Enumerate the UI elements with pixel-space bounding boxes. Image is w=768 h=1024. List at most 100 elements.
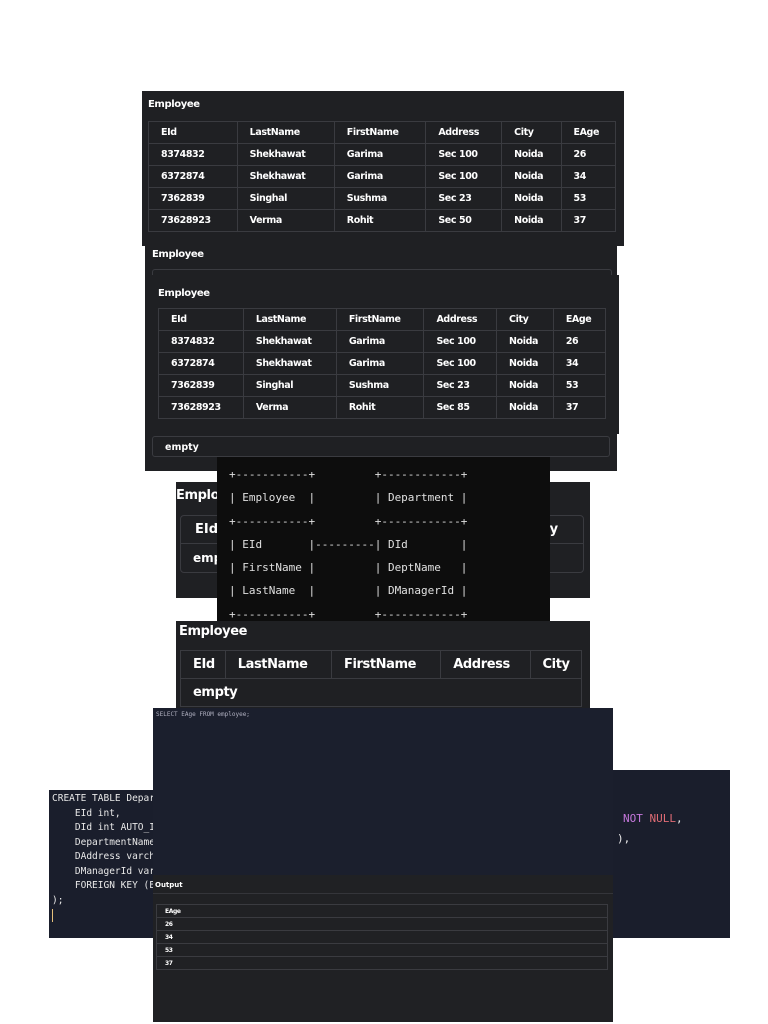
sql-query[interactable]: SELECT EAge FROM employee;: [156, 711, 250, 718]
create-table-editor[interactable]: CREATE TABLE Depar EId int, DId int AUTO…: [49, 790, 155, 938]
table-cell: Noida: [501, 187, 562, 210]
table-cell: 37: [552, 396, 607, 419]
employee-panel-1: Employee EId LastName FirstName Address City…: [142, 91, 624, 246]
code-null: NULL: [649, 812, 677, 825]
table-cell: Sec 100: [423, 330, 498, 353]
code-line: DAddress varch: [52, 851, 155, 862]
column-header: Address: [423, 308, 498, 331]
empty-cell: empty: [180, 678, 582, 707]
table-cell: 6372874: [158, 352, 244, 375]
diagram-text: +-----------+ +------------+ | Employee …: [229, 468, 468, 621]
column-header: Address: [425, 121, 503, 144]
panel-title: Employee: [152, 249, 204, 260]
code-line: EId int,: [52, 807, 121, 819]
column-header: EAge: [560, 121, 616, 144]
output-title: Output: [155, 881, 183, 889]
table-cell: 34: [560, 165, 616, 188]
table-cell: 7362839: [148, 187, 238, 210]
table-cell: Singhal: [242, 374, 337, 397]
sql-editor[interactable]: SELECT EAge FROM employee;: [153, 708, 613, 875]
table-cell: Rohit: [335, 396, 425, 419]
table-cell: Shekhawat: [236, 143, 335, 166]
code-not: NOT: [623, 812, 643, 825]
table-cell: Garima: [335, 330, 425, 353]
employee-table: EId LastName FirstName Address City EAge 83748…: [148, 121, 616, 232]
empty-row: empty: [152, 436, 610, 457]
table-cell: Shekhawat: [242, 352, 337, 375]
table-row: 6372874 Shekhawat Garima Sec 100 Noida 34: [158, 352, 607, 375]
table-cell: Garima: [335, 352, 425, 375]
table-row: 8374832 Shekhawat Garima Sec 100 Noida 26: [158, 330, 607, 353]
header-eid: EId: [195, 522, 219, 537]
table-cell: Noida: [496, 396, 554, 419]
column-header: EAge: [552, 308, 607, 331]
table-cell: 73628923: [148, 209, 238, 232]
code-line: );: [52, 894, 64, 906]
column-header: LastName: [236, 121, 335, 144]
table-cell: Noida: [496, 330, 554, 353]
table-cell: 26: [560, 143, 616, 166]
table-cell: 34: [552, 352, 607, 375]
table-cell: Noida: [501, 143, 562, 166]
employee-panel-5: Employee EId LastName FirstName Address City…: [176, 621, 590, 708]
panel-title: Employee: [158, 288, 210, 299]
table-cell: 53: [560, 187, 616, 210]
table-cell: 26: [552, 330, 607, 353]
code-line: DId int AUTO_I: [52, 822, 155, 833]
table-row: 7362839 Singhal Sushma Sec 23 Noida 53: [158, 374, 607, 397]
table-header-row: EId LastName FirstName Address City EAge: [158, 308, 607, 331]
table-cell: Sec 100: [425, 165, 503, 188]
column-header: EId: [148, 121, 238, 144]
table-cell: Singhal: [236, 187, 335, 210]
code-line: ),: [617, 832, 631, 845]
table-row: 8374832 Shekhawat Garima Sec 100 Noida 26: [148, 143, 616, 166]
table-row: 73628923 Verma Rohit Sec 85 Noida 37: [158, 396, 607, 419]
table-cell: Sec 100: [423, 352, 498, 375]
table-cell: Sec 85: [423, 396, 498, 419]
column-header: LastName: [242, 308, 337, 331]
table-cell: 37: [560, 209, 616, 232]
text-cursor: [52, 909, 53, 922]
employee-table: EId LastName FirstName Address City empty: [180, 650, 582, 707]
table-cell: Sushma: [333, 187, 427, 210]
output-panel: Output EAge 26 34 53 37: [153, 875, 613, 1022]
code-line: DManagerId varc: [52, 865, 155, 877]
column-header: City: [496, 308, 554, 331]
table-cell: Noida: [496, 374, 554, 397]
table-cell: Verma: [242, 396, 337, 419]
output-table: EAge 26 34 53 37: [156, 904, 608, 970]
table-cell: Sec 23: [423, 374, 498, 397]
table-cell: Sec 100: [425, 143, 503, 166]
table-cell: Sushma: [335, 374, 425, 397]
table-row: 7362839 Singhal Sushma Sec 23 Noida 53: [148, 187, 616, 210]
table-cell: 8374832: [148, 143, 238, 166]
code-line: FOREIGN KEY (E: [52, 880, 155, 891]
table-cell: 8374832: [158, 330, 244, 353]
code-line: DepartmentName: [52, 836, 155, 848]
table-cell: Garima: [333, 165, 427, 188]
table-cell: Verma: [236, 209, 335, 232]
table-cell: Noida: [501, 209, 562, 232]
table-cell: Sec 50: [425, 209, 503, 232]
code-line: CREATE TABLE Depar: [52, 793, 155, 804]
table-cell: Noida: [496, 352, 554, 375]
table-cell: Shekhawat: [236, 165, 335, 188]
panel-title: Employee: [179, 624, 248, 639]
table-cell: 7362839: [158, 374, 244, 397]
table-row: 6372874 Shekhawat Garima Sec 100 Noida 34: [148, 165, 616, 188]
er-diagram: +-----------+ +------------+ | Employee …: [217, 457, 550, 630]
table-cell: Garima: [333, 143, 427, 166]
panel-title: Employee: [148, 99, 200, 110]
create-table-editor-right[interactable]: NOT NULL, ),: [613, 770, 730, 938]
column-header: City: [501, 121, 562, 144]
table-cell: Rohit: [333, 209, 427, 232]
table-cell: Noida: [501, 165, 562, 188]
column-header: FirstName: [335, 308, 425, 331]
column-header: EId: [158, 308, 244, 331]
table-cell: Sec 23: [425, 187, 503, 210]
table-row: 73628923 Verma Rohit Sec 50 Noida 37: [148, 209, 616, 232]
column-header: FirstName: [333, 121, 427, 144]
table-cell: 6372874: [148, 165, 238, 188]
table-cell: Shekhawat: [242, 330, 337, 353]
employee-table: EId LastName FirstName Address City EAge 83748…: [158, 308, 607, 419]
